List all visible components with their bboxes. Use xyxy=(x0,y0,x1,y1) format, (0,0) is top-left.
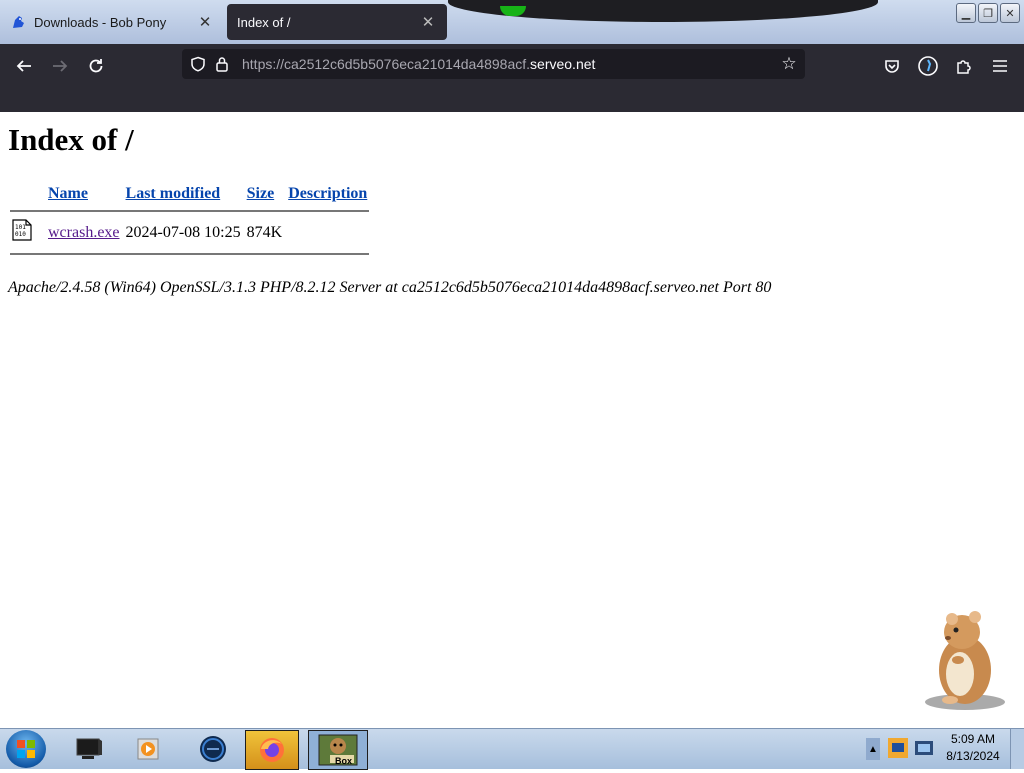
separator xyxy=(10,210,370,212)
firefox-icon xyxy=(260,738,284,762)
table-row: 101 010 wcrash.exe 2024-07-08 10:25 874K xyxy=(10,218,369,247)
table-header-row: Name Last modified Size Description xyxy=(10,184,369,204)
globe-icon xyxy=(200,736,226,762)
file-size-cell: 874K xyxy=(246,223,283,241)
reload-icon xyxy=(89,59,103,73)
tab-index[interactable]: Index of / ✕ xyxy=(227,4,447,40)
tab-downloads[interactable]: Downloads - Bob Pony ✕ xyxy=(0,4,224,40)
back-button[interactable] xyxy=(10,52,38,80)
monitor-icon xyxy=(76,738,102,759)
page-title: Index of / xyxy=(8,122,134,157)
tab-strip: Downloads - Bob Pony ✕ Index of / ✕ ▁ ❐ … xyxy=(0,0,1024,44)
menu-hamburger-icon[interactable] xyxy=(986,52,1014,80)
tracking-protection-shield-icon[interactable] xyxy=(188,54,208,74)
account-profile-icon[interactable] xyxy=(914,52,942,80)
windows-logo-icon xyxy=(17,740,35,758)
tray-app-icon[interactable] xyxy=(886,736,910,760)
tab-title: Downloads - Bob Pony xyxy=(34,14,167,30)
lock-icon[interactable] xyxy=(212,54,232,74)
minimize-button[interactable]: ▁ xyxy=(956,3,976,23)
window-controls: ▁ ❐ ✕ xyxy=(956,3,1020,23)
extensions-puzzle-icon[interactable] xyxy=(950,52,978,80)
reload-button[interactable] xyxy=(82,52,110,80)
separator xyxy=(10,253,370,255)
tab-title: Index of / xyxy=(237,14,291,30)
file-name-cell: wcrash.exe xyxy=(46,218,122,247)
forward-button[interactable] xyxy=(46,52,74,80)
url-domain: serveo.net xyxy=(530,56,596,72)
taskbar-media-player[interactable] xyxy=(126,730,172,768)
close-window-button[interactable]: ✕ xyxy=(1000,3,1020,23)
clock-date: 8/13/2024 xyxy=(946,749,1000,763)
svg-text:010: 010 xyxy=(15,231,26,238)
taskbar-browser[interactable] xyxy=(190,730,236,768)
sort-by-size-link[interactable]: Size xyxy=(247,185,275,202)
pocket-icon[interactable] xyxy=(878,52,906,80)
svg-text:101: 101 xyxy=(15,224,26,231)
clock-time: 5:09 AM xyxy=(950,732,996,746)
navigation-toolbar: https://ca2512c6d5b5076eca21014da4898acf… xyxy=(0,44,1024,112)
size-column-header[interactable]: Size xyxy=(245,184,285,204)
name-column-header[interactable]: Name xyxy=(46,184,122,204)
sort-by-description-link[interactable]: Description xyxy=(288,185,367,202)
tray-expand-icon[interactable]: ▲ xyxy=(866,738,880,760)
modified-column-header[interactable]: Last modified xyxy=(124,184,243,204)
url-prefix: https://ca2512c6d5b5076eca21014da4898acf… xyxy=(242,56,531,72)
taskbar-file-explorer[interactable] xyxy=(66,730,112,768)
restore-button[interactable]: ❐ xyxy=(978,3,998,23)
description-column-header[interactable]: Description xyxy=(286,184,369,204)
icon-column-header xyxy=(10,184,44,204)
sort-by-name-link[interactable]: Name xyxy=(48,185,88,202)
directory-listing-table: Name Last modified Size Description 101 0… xyxy=(8,182,371,261)
table-separator-row xyxy=(10,249,370,259)
forward-arrow-icon xyxy=(53,60,68,72)
back-arrow-icon xyxy=(16,60,31,72)
taskbar-bonzibuddy[interactable]: Box xyxy=(308,730,368,770)
tab-close-icon[interactable]: ✕ xyxy=(196,13,214,31)
taskbar-firefox[interactable] xyxy=(245,730,299,770)
table-separator-row xyxy=(10,206,370,216)
server-signature: Apache/2.4.58 (Win64) OpenSSL/3.1.3 PHP/… xyxy=(8,279,772,296)
show-desktop-button[interactable] xyxy=(1010,729,1024,769)
url-text[interactable]: https://ca2512c6d5b5076eca21014da4898acf… xyxy=(242,56,595,72)
tab-close-icon[interactable]: ✕ xyxy=(419,13,437,31)
windows-taskbar: Box ▲ 5:09 AM 8/13/2024 xyxy=(0,728,1024,770)
address-bar[interactable]: https://ca2512c6d5b5076eca21014da4898acf… xyxy=(182,49,805,79)
bookmark-star-icon[interactable]: ☆ xyxy=(779,54,799,74)
tray-network-icon[interactable] xyxy=(912,736,936,760)
page-content: Index of / Name Last modified Size Descr… xyxy=(0,112,1024,728)
file-link[interactable]: wcrash.exe xyxy=(48,224,120,241)
pony-favicon-icon xyxy=(10,14,26,30)
sort-by-modified-link[interactable]: Last modified xyxy=(126,185,221,202)
file-description-cell xyxy=(286,218,369,247)
file-modified-cell: 2024-07-08 10:25 xyxy=(125,223,241,241)
box-label: Box xyxy=(335,756,353,766)
desktop-pet-hamster[interactable] xyxy=(920,602,1010,712)
binary-file-icon: 101 010 xyxy=(10,218,44,247)
taskbar-clock[interactable]: 5:09 AM 8/13/2024 xyxy=(940,731,1006,765)
media-player-icon xyxy=(137,738,159,760)
start-button[interactable] xyxy=(6,730,46,768)
